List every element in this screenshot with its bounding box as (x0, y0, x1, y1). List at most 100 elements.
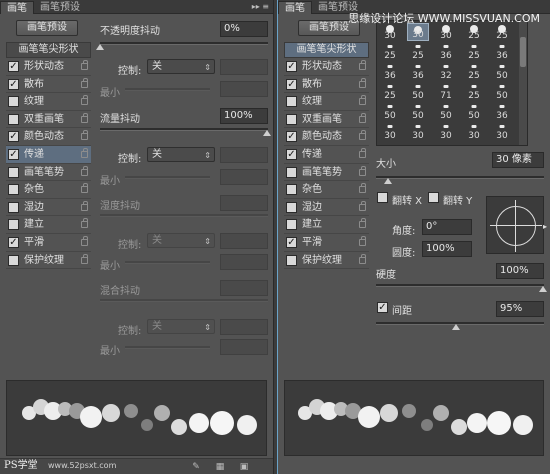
lock-icon[interactable] (81, 165, 88, 176)
lock-icon[interactable] (359, 253, 366, 264)
brush-tip-cell[interactable]: 50 (379, 103, 401, 121)
hardness-slider-thumb[interactable] (539, 286, 547, 292)
list-item-checkbox[interactable] (286, 96, 297, 108)
lock-icon[interactable] (359, 77, 366, 88)
brush-tip-cell[interactable]: 32 (435, 63, 457, 81)
brush-grid-scrollbar[interactable] (519, 21, 527, 145)
brush-tip-cell[interactable]: 25 (463, 43, 485, 61)
list-item-left-1[interactable]: ✓ 散布 (6, 76, 91, 94)
roundness-field[interactable]: 100% (422, 241, 472, 257)
opacity-jitter-thumb[interactable] (96, 44, 104, 50)
list-item-left-8[interactable]: 湿边 (6, 199, 91, 217)
list-item-checkbox[interactable]: ✓ (8, 61, 19, 72)
lock-icon[interactable] (81, 60, 88, 70)
lock-icon[interactable] (359, 165, 366, 176)
control-extra-field-4[interactable] (220, 319, 268, 335)
list-item-checkbox[interactable] (8, 96, 19, 108)
list-item-checkbox[interactable] (286, 184, 297, 196)
minimum-field-4[interactable] (220, 339, 268, 355)
list-item-right-6[interactable]: 画笔笔势 (284, 164, 369, 182)
brush-tip-cell[interactable]: 71 (435, 83, 457, 101)
brush-tip-cell[interactable]: 50 (463, 103, 485, 121)
spacing-field[interactable]: 95% (496, 301, 544, 317)
brush-tip-cell[interactable]: 36 (491, 103, 513, 121)
angle-arrow-icon[interactable]: ▸ (543, 222, 547, 231)
list-item-checkbox[interactable] (8, 201, 19, 213)
opacity-jitter-slider[interactable] (100, 42, 268, 45)
brush-tip-cell[interactable]: 50 (491, 63, 513, 81)
brush-tip-cell[interactable]: 25 (463, 63, 485, 81)
list-item-checkbox[interactable] (8, 184, 19, 196)
lock-icon[interactable] (81, 218, 88, 229)
control-extra-field-2[interactable] (220, 147, 268, 163)
lock-icon[interactable] (359, 95, 366, 106)
list-item-left-11[interactable]: 保护纹理 (6, 252, 91, 270)
control-select-2[interactable]: 关 ⇕ (147, 147, 215, 162)
list-item-checkbox[interactable]: ✓ (8, 78, 19, 90)
list-item-checkbox[interactable]: ✓ (286, 61, 297, 72)
spacing-checkbox[interactable]: ✓ (377, 302, 388, 313)
lock-icon[interactable] (359, 60, 366, 70)
brush-tip-cell[interactable]: 30 (491, 123, 513, 141)
brush-toggle-icon[interactable]: ✎ (190, 461, 202, 473)
list-item-checkbox[interactable]: ✓ (286, 148, 297, 160)
brush-tip-cell[interactable]: 50 (491, 83, 513, 101)
lock-icon[interactable] (81, 147, 88, 158)
size-field[interactable]: 30 像素 (492, 152, 544, 168)
flip-y-checkbox[interactable] (428, 192, 439, 203)
minimum-field-2[interactable] (220, 169, 268, 185)
list-item-right-5[interactable]: ✓ 传递 (284, 146, 369, 164)
list-item-checkbox[interactable]: ✓ (286, 236, 297, 248)
lock-icon[interactable] (81, 253, 88, 264)
size-slider-thumb[interactable] (384, 178, 392, 184)
mix-jitter-field[interactable] (220, 280, 268, 296)
list-item-checkbox[interactable]: ✓ (8, 236, 19, 248)
angle-field[interactable]: 0° (422, 219, 472, 235)
brush-tip-cell[interactable]: 50 (407, 103, 429, 121)
flow-jitter-thumb[interactable] (263, 130, 271, 136)
control-extra-field[interactable] (220, 59, 268, 75)
brush-tip-cell[interactable]: 36 (491, 43, 513, 61)
lock-icon[interactable] (359, 147, 366, 158)
list-item-left-3[interactable]: 双重画笔 (6, 111, 91, 129)
list-item-right-3[interactable]: 双重画笔 (284, 111, 369, 129)
lock-icon[interactable] (81, 235, 88, 246)
brush-tip-cell[interactable]: 30 (407, 123, 429, 141)
list-item-left-10[interactable]: ✓ 平滑 (6, 234, 91, 252)
new-preset-icon[interactable]: ▣ (238, 461, 250, 473)
list-item-checkbox[interactable]: ✓ (8, 131, 19, 143)
lock-icon[interactable] (359, 183, 366, 194)
list-item-right-9[interactable]: 建立 (284, 216, 369, 234)
list-item-brush-tip-shape[interactable]: 画笔笔尖形状 (6, 42, 91, 58)
mix-jitter-slider[interactable] (100, 299, 268, 302)
lock-icon[interactable] (359, 235, 366, 246)
list-item-checkbox[interactable] (8, 219, 19, 231)
minimum-slider[interactable] (125, 88, 210, 91)
list-item-checkbox[interactable]: ✓ (286, 78, 297, 90)
minimum-slider-3[interactable] (125, 261, 210, 264)
list-item-left-9[interactable]: 建立 (6, 216, 91, 234)
lock-icon[interactable] (81, 95, 88, 106)
flow-jitter-field[interactable]: 100% (220, 108, 268, 124)
minimum-field-3[interactable] (220, 254, 268, 270)
brush-tip-grid[interactable]: 30 30 30 25 25 25 25 36 25 36 36 36 32 25 50 25 50 71 25 50… (376, 20, 528, 146)
brush-tip-cell[interactable]: 36 (379, 63, 401, 81)
list-item-left-7[interactable]: 杂色 (6, 181, 91, 199)
wetness-jitter-field[interactable] (220, 195, 268, 211)
lock-icon[interactable] (359, 130, 366, 141)
list-item-checkbox[interactable] (286, 254, 297, 266)
list-item-right-4[interactable]: ✓ 颜色动态 (284, 128, 369, 146)
list-item-right-0[interactable]: ✓ 形状动态 (284, 58, 369, 76)
lock-icon[interactable] (81, 77, 88, 88)
list-item-checkbox[interactable]: ✓ (286, 131, 297, 143)
list-item-right-11[interactable]: 保护纹理 (284, 252, 369, 270)
list-item-checkbox[interactable] (8, 113, 19, 125)
brush-tip-cell[interactable]: 50 (435, 103, 457, 121)
list-item-checkbox[interactable] (8, 166, 19, 178)
list-item-right-7[interactable]: 杂色 (284, 181, 369, 199)
list-item-right-2[interactable]: 纹理 (284, 93, 369, 111)
grid-icon[interactable]: ▦ (214, 461, 226, 473)
list-item-checkbox[interactable] (286, 113, 297, 125)
size-slider[interactable] (376, 176, 544, 179)
list-item-brush-tip-shape-right[interactable]: 画笔笔尖形状 (284, 42, 369, 58)
